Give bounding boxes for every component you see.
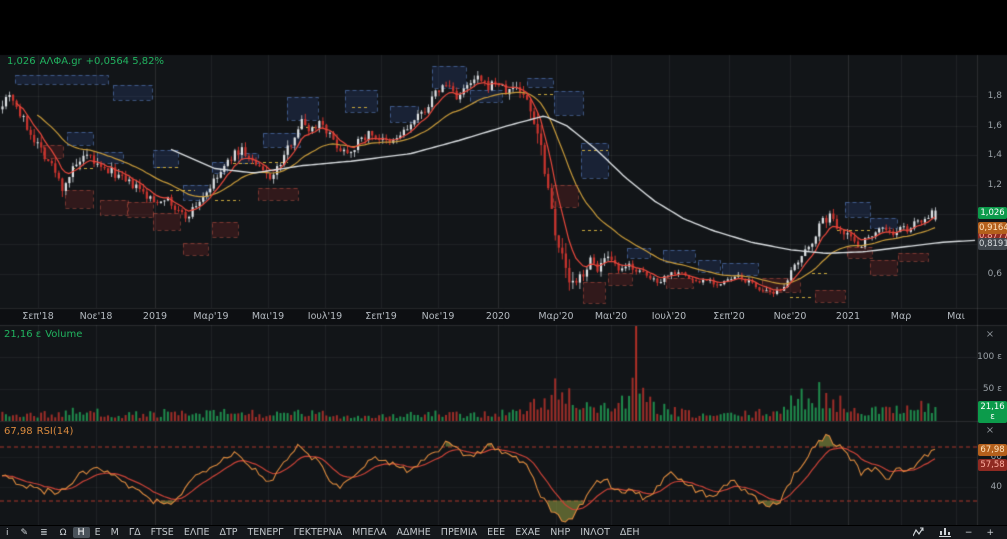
symbol-tab-ΑΔΜΗΕ[interactable]: ΑΔΜΗΕ bbox=[391, 527, 435, 538]
volume-axis-label: 100 ε bbox=[977, 352, 1002, 362]
omega-icon[interactable]: Ω bbox=[54, 528, 73, 538]
time-axis-label: Ιουλ'20 bbox=[652, 311, 686, 322]
trading-platform-window: 1,026ΑΛΦΑ.gr+0,0564 5,82% 21,16 εVolume … bbox=[0, 0, 1007, 539]
symbol-tab-ΓΕΚΤΕΡΝΑ[interactable]: ΓΕΚΤΕΡΝΑ bbox=[288, 527, 347, 538]
time-axis-label: Μαρ'20 bbox=[538, 311, 573, 322]
rsi-pane-close-button[interactable]: × bbox=[983, 426, 997, 436]
line-chart-icon[interactable] bbox=[906, 527, 932, 539]
symbol-tab-ΔΕΗ[interactable]: ΔΕΗ bbox=[615, 527, 645, 538]
ma-orange-tag: 0,9164 bbox=[978, 222, 1007, 234]
time-axis-label: Μαρ bbox=[891, 311, 912, 322]
symbol-tab-ΓΔ[interactable]: ΓΔ bbox=[124, 527, 146, 538]
price-axis-label: 0,6 bbox=[988, 269, 1002, 279]
toolbar-left-icons: i✎≣Ω bbox=[0, 527, 73, 539]
price-axis-label: 1,6 bbox=[988, 121, 1002, 131]
time-axis-label: Νοε'20 bbox=[774, 311, 807, 322]
symbol-tab-ΔΤΡ[interactable]: ΔΤΡ bbox=[214, 527, 242, 538]
price-axis-label: 1,8 bbox=[988, 91, 1002, 101]
bottom-toolbar: i✎≣Ω ΗΕΜ ΓΔFTSEΕΛΠΕΔΤΡΤΕΝΕΡΓΓΕΚΤΕΡΝΑΜΠΕΛ… bbox=[0, 525, 1007, 539]
price-axis-label: 1,2 bbox=[988, 180, 1002, 190]
time-axis-label: Νοε'19 bbox=[422, 311, 455, 322]
zoom-out-icon[interactable]: − bbox=[958, 527, 980, 539]
time-axis-label: Μαι'20 bbox=[595, 311, 627, 322]
volume-axis-label: 50 ε bbox=[983, 384, 1002, 394]
rsi-label: RSI(14) bbox=[37, 426, 74, 437]
symbol-tabs: ΓΔFTSEΕΛΠΕΔΤΡΤΕΝΕΡΓΓΕΚΤΕΡΝΑΜΠΕΛΑΑΔΜΗΕΠΡΕ… bbox=[124, 527, 645, 539]
info-icon[interactable]: i bbox=[0, 528, 15, 538]
time-axis-label: Ιουλ'19 bbox=[308, 311, 342, 322]
time-axis-label: 2021 bbox=[836, 311, 860, 322]
time-axis-label: 2020 bbox=[486, 311, 510, 322]
symbol-tab-ΙΝΛΟΤ[interactable]: ΙΝΛΟΤ bbox=[575, 527, 615, 538]
time-axis-label: Σεπ'19 bbox=[365, 311, 397, 322]
timeframe-tab-Ε[interactable]: Ε bbox=[90, 527, 106, 538]
time-axis-label: Νοε'18 bbox=[80, 311, 113, 322]
volume-label: Volume bbox=[45, 329, 82, 340]
rsi-value-tag: 67,98 bbox=[978, 444, 1007, 456]
volume-value: 21,16 ε bbox=[4, 329, 41, 340]
volume-legend: 21,16 ε Volume bbox=[4, 329, 86, 340]
symbol-tab-ΝΗΡ[interactable]: ΝΗΡ bbox=[545, 527, 575, 538]
ma-white-tag: 0,8191 bbox=[978, 238, 1007, 250]
timeframe-tab-Μ[interactable]: Μ bbox=[106, 527, 124, 538]
volume-value-tag: 21,16 ε bbox=[978, 401, 1007, 423]
symbol-name: ΑΛΦΑ.gr bbox=[40, 56, 82, 67]
symbol-tab-ΕΧΑΕ[interactable]: ΕΧΑΕ bbox=[510, 527, 545, 538]
symbol-tab-ΠΡΕΜΙΑ[interactable]: ΠΡΕΜΙΑ bbox=[436, 527, 482, 538]
timeframe-tabs: ΗΕΜ bbox=[73, 527, 124, 539]
rsi-value: 67,98 bbox=[4, 426, 33, 437]
zoom-in-icon[interactable]: + bbox=[979, 527, 1001, 539]
price-change: +0,0564 5,82% bbox=[86, 56, 164, 67]
time-axis-label: 2019 bbox=[143, 311, 167, 322]
time-axis-label: Μαι'19 bbox=[252, 311, 284, 322]
volume-pane-close-button[interactable]: × bbox=[983, 330, 997, 340]
rsi-ma-tag: 57,58 bbox=[978, 459, 1007, 471]
rsi-legend: 67,98 RSI(14) bbox=[4, 426, 77, 437]
symbol-tab-ΤΕΝΕΡΓ[interactable]: ΤΕΝΕΡΓ bbox=[243, 527, 289, 538]
toolbar-right-icons: −+ bbox=[906, 527, 1007, 539]
time-axis-label: Μαι bbox=[947, 311, 965, 322]
time-axis-label: Σεπ'18 bbox=[22, 311, 54, 322]
time-axis-label: Σεπ'20 bbox=[713, 311, 745, 322]
timeframe-tab-Η[interactable]: Η bbox=[73, 527, 90, 538]
price-axis-label: 1,4 bbox=[988, 150, 1002, 160]
time-axis-label: Μαρ'19 bbox=[193, 311, 228, 322]
symbol-tab-ΕΛΠΕ[interactable]: ΕΛΠΕ bbox=[179, 527, 215, 538]
chart-canvas[interactable] bbox=[0, 0, 1007, 539]
quote-list-icon[interactable]: ≣ bbox=[34, 528, 54, 538]
volume-histogram-icon[interactable] bbox=[932, 527, 958, 539]
symbol-tab-ΜΠΕΛΑ[interactable]: ΜΠΕΛΑ bbox=[347, 527, 391, 538]
rsi-axis-label: 40 bbox=[991, 482, 1002, 492]
symbol-tab-ΕΕΕ[interactable]: ΕΕΕ bbox=[482, 527, 510, 538]
last-price-tag: 1,026 bbox=[978, 207, 1007, 219]
draw-icon[interactable]: ✎ bbox=[15, 528, 35, 538]
symbol-legend: 1,026 ΑΛΦΑ.gr +0,0564 5,82% bbox=[7, 56, 168, 67]
last-price: 1,026 bbox=[7, 56, 36, 67]
symbol-tab-FTSE[interactable]: FTSE bbox=[146, 527, 179, 538]
